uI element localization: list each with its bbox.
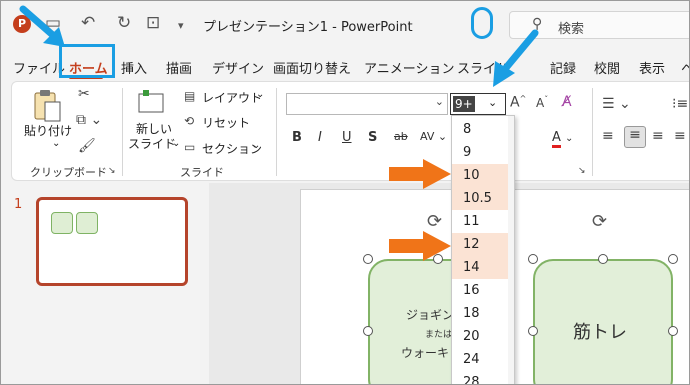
tab-record[interactable]: 記録 xyxy=(550,58,576,77)
font-size-option[interactable]: 9 xyxy=(452,141,514,164)
rotate-handle-icon[interactable]: ⟳ xyxy=(592,211,607,232)
ribbon: 貼り付け ⌄ ✂ ⧉ ⌄ 🖌 クリップボード ↘ 新しい スライド ⌄ ▤ レイ… xyxy=(11,81,689,181)
tab-insert[interactable]: 挿入 xyxy=(121,58,147,77)
present-icon[interactable]: ⊡ xyxy=(146,13,160,33)
section-icon: ▭ xyxy=(184,140,196,154)
font-size-combobox[interactable]: 9+ ⌄ xyxy=(450,93,506,115)
group-separator xyxy=(592,88,593,176)
annotation-arrow-icon xyxy=(389,231,451,261)
text-shadow-icon[interactable]: S xyxy=(368,130,377,145)
font-size-option[interactable]: 10 xyxy=(452,164,514,187)
tab-file[interactable]: ファイル xyxy=(13,58,65,77)
clipboard-group-label: クリップボード xyxy=(30,166,107,179)
shape-text-right: 筋トレ xyxy=(573,322,627,343)
thumbnail-shape xyxy=(51,212,73,234)
font-size-option[interactable]: 18 xyxy=(452,302,514,325)
font-size-option[interactable]: 10.5 xyxy=(452,187,514,210)
bold-icon[interactable]: B xyxy=(292,130,302,145)
tab-draw[interactable]: 描画 xyxy=(166,58,192,77)
new-slide-chevron-icon[interactable]: ⌄ xyxy=(172,138,180,149)
align-center-icon[interactable]: ≡ xyxy=(624,126,646,148)
shrink-font-icon[interactable]: Aˇ xyxy=(536,95,548,110)
font-size-chevron-icon[interactable]: ⌄ xyxy=(488,96,497,109)
font-size-option[interactable]: 16 xyxy=(452,279,514,302)
slide-thumbnail[interactable] xyxy=(36,197,188,286)
paste-button-label[interactable]: 貼り付け xyxy=(24,124,72,139)
cut-icon[interactable]: ✂ xyxy=(78,86,90,102)
paste-icon[interactable] xyxy=(32,88,62,124)
shape-text-line1: ジョギン xyxy=(406,308,455,322)
tab-view[interactable]: 表示 xyxy=(639,58,665,77)
resize-handle[interactable] xyxy=(668,326,678,336)
tab-design[interactable]: デザイン xyxy=(212,58,264,77)
font-size-option[interactable]: 11 xyxy=(452,210,514,233)
font-size-option[interactable]: 28 xyxy=(452,371,514,384)
document-title: プレゼンテーション1 - PowerPoint xyxy=(203,20,413,35)
resize-handle[interactable] xyxy=(363,254,373,264)
powerpoint-window: P ▭ ↶ ↻ ⊡ ▾ プレゼンテーション1 - PowerPoint ⚲ 検索… xyxy=(0,0,690,385)
resize-handle[interactable] xyxy=(598,254,608,264)
copy-icon[interactable]: ⧉ ⌄ xyxy=(76,112,102,128)
annotation-arrow-icon xyxy=(19,5,65,47)
shape-text-line2: または xyxy=(425,330,453,340)
font-size-option[interactable]: 24 xyxy=(452,348,514,371)
annotation-arrow-icon xyxy=(493,29,539,87)
tab-review[interactable]: 校閲 xyxy=(594,58,620,77)
grow-font-icon[interactable]: A^ xyxy=(510,94,526,111)
underline-icon[interactable]: U xyxy=(342,130,352,145)
italic-icon[interactable]: I xyxy=(318,130,322,145)
new-slide-icon[interactable] xyxy=(136,88,166,116)
font-size-dropdown: 8 9 10 10.5 11 12 14 16 18 20 24 28 xyxy=(451,115,515,384)
slide-number: 1 xyxy=(14,197,23,212)
group-separator xyxy=(276,88,277,176)
paste-chevron-icon[interactable]: ⌄ xyxy=(52,138,60,149)
font-launcher-icon[interactable]: ↘ xyxy=(578,166,586,176)
layout-icon: ▤ xyxy=(184,89,196,103)
strikethrough-icon[interactable]: ab xyxy=(394,130,408,143)
font-size-option[interactable]: 20 xyxy=(452,325,514,348)
justify-icon[interactable]: ≡ xyxy=(674,128,686,144)
bullets-icon[interactable]: ☰ ⌄ xyxy=(602,96,631,112)
section-chevron-icon[interactable]: ⌄ xyxy=(252,140,260,151)
resize-handle[interactable] xyxy=(528,326,538,336)
layout-button[interactable]: レイアウト xyxy=(202,89,262,106)
clipboard-launcher-icon[interactable]: ↘ xyxy=(108,166,116,176)
annotation-arrow-icon xyxy=(389,159,451,189)
group-separator xyxy=(122,88,123,176)
resize-handle[interactable] xyxy=(363,326,373,336)
clear-formatting-icon[interactable]: A̸ xyxy=(562,94,572,110)
align-right-icon[interactable]: ≡ xyxy=(652,128,664,144)
new-slide-label-1[interactable]: 新しい xyxy=(136,122,172,137)
format-painter-icon[interactable]: 🖌 xyxy=(78,138,96,154)
reset-icon: ⟲ xyxy=(184,114,195,128)
layout-chevron-icon[interactable]: ⌄ xyxy=(256,89,264,100)
font-size-option[interactable]: 14 xyxy=(452,256,514,279)
reset-button[interactable]: リセット xyxy=(202,114,250,131)
redo-icon[interactable]: ↻ xyxy=(117,13,131,33)
new-slide-label-2[interactable]: スライド xyxy=(128,137,176,152)
dropdown-scrollbar[interactable] xyxy=(508,116,514,384)
font-name-chevron-icon[interactable]: ⌄ xyxy=(435,95,444,108)
font-size-option[interactable]: 12 xyxy=(452,233,514,256)
tab-help[interactable]: ヘ xyxy=(681,58,689,77)
resize-handle[interactable] xyxy=(668,254,678,264)
resize-handle[interactable] xyxy=(528,254,538,264)
font-size-option[interactable]: 8 xyxy=(452,118,514,141)
search-placeholder: 検索 xyxy=(558,22,585,37)
align-left-icon[interactable]: ≡ xyxy=(602,128,614,144)
font-name-combobox[interactable]: ⌄ xyxy=(286,93,448,115)
font-size-value[interactable]: 9+ xyxy=(453,96,475,112)
tab-transitions[interactable]: 画面切り替え xyxy=(273,58,351,77)
thumbnail-shape xyxy=(76,212,98,234)
title-bar: P ▭ ↶ ↻ ⊡ ▾ プレゼンテーション1 - PowerPoint ⚲ 検索 xyxy=(1,1,689,47)
undo-icon[interactable]: ↶ xyxy=(81,13,95,33)
character-spacing-icon[interactable]: AV ⌄ xyxy=(420,130,447,143)
shape-text-line3: ウォーキ xyxy=(401,346,450,360)
tab-animations[interactable]: アニメーション xyxy=(364,58,454,77)
slides-group-label: スライド xyxy=(180,166,224,179)
numbering-icon[interactable]: ⁝≡ xyxy=(672,96,688,112)
customize-qat-icon[interactable]: ▾ xyxy=(178,16,184,36)
font-color-icon[interactable]: A ⌄ xyxy=(552,130,573,148)
